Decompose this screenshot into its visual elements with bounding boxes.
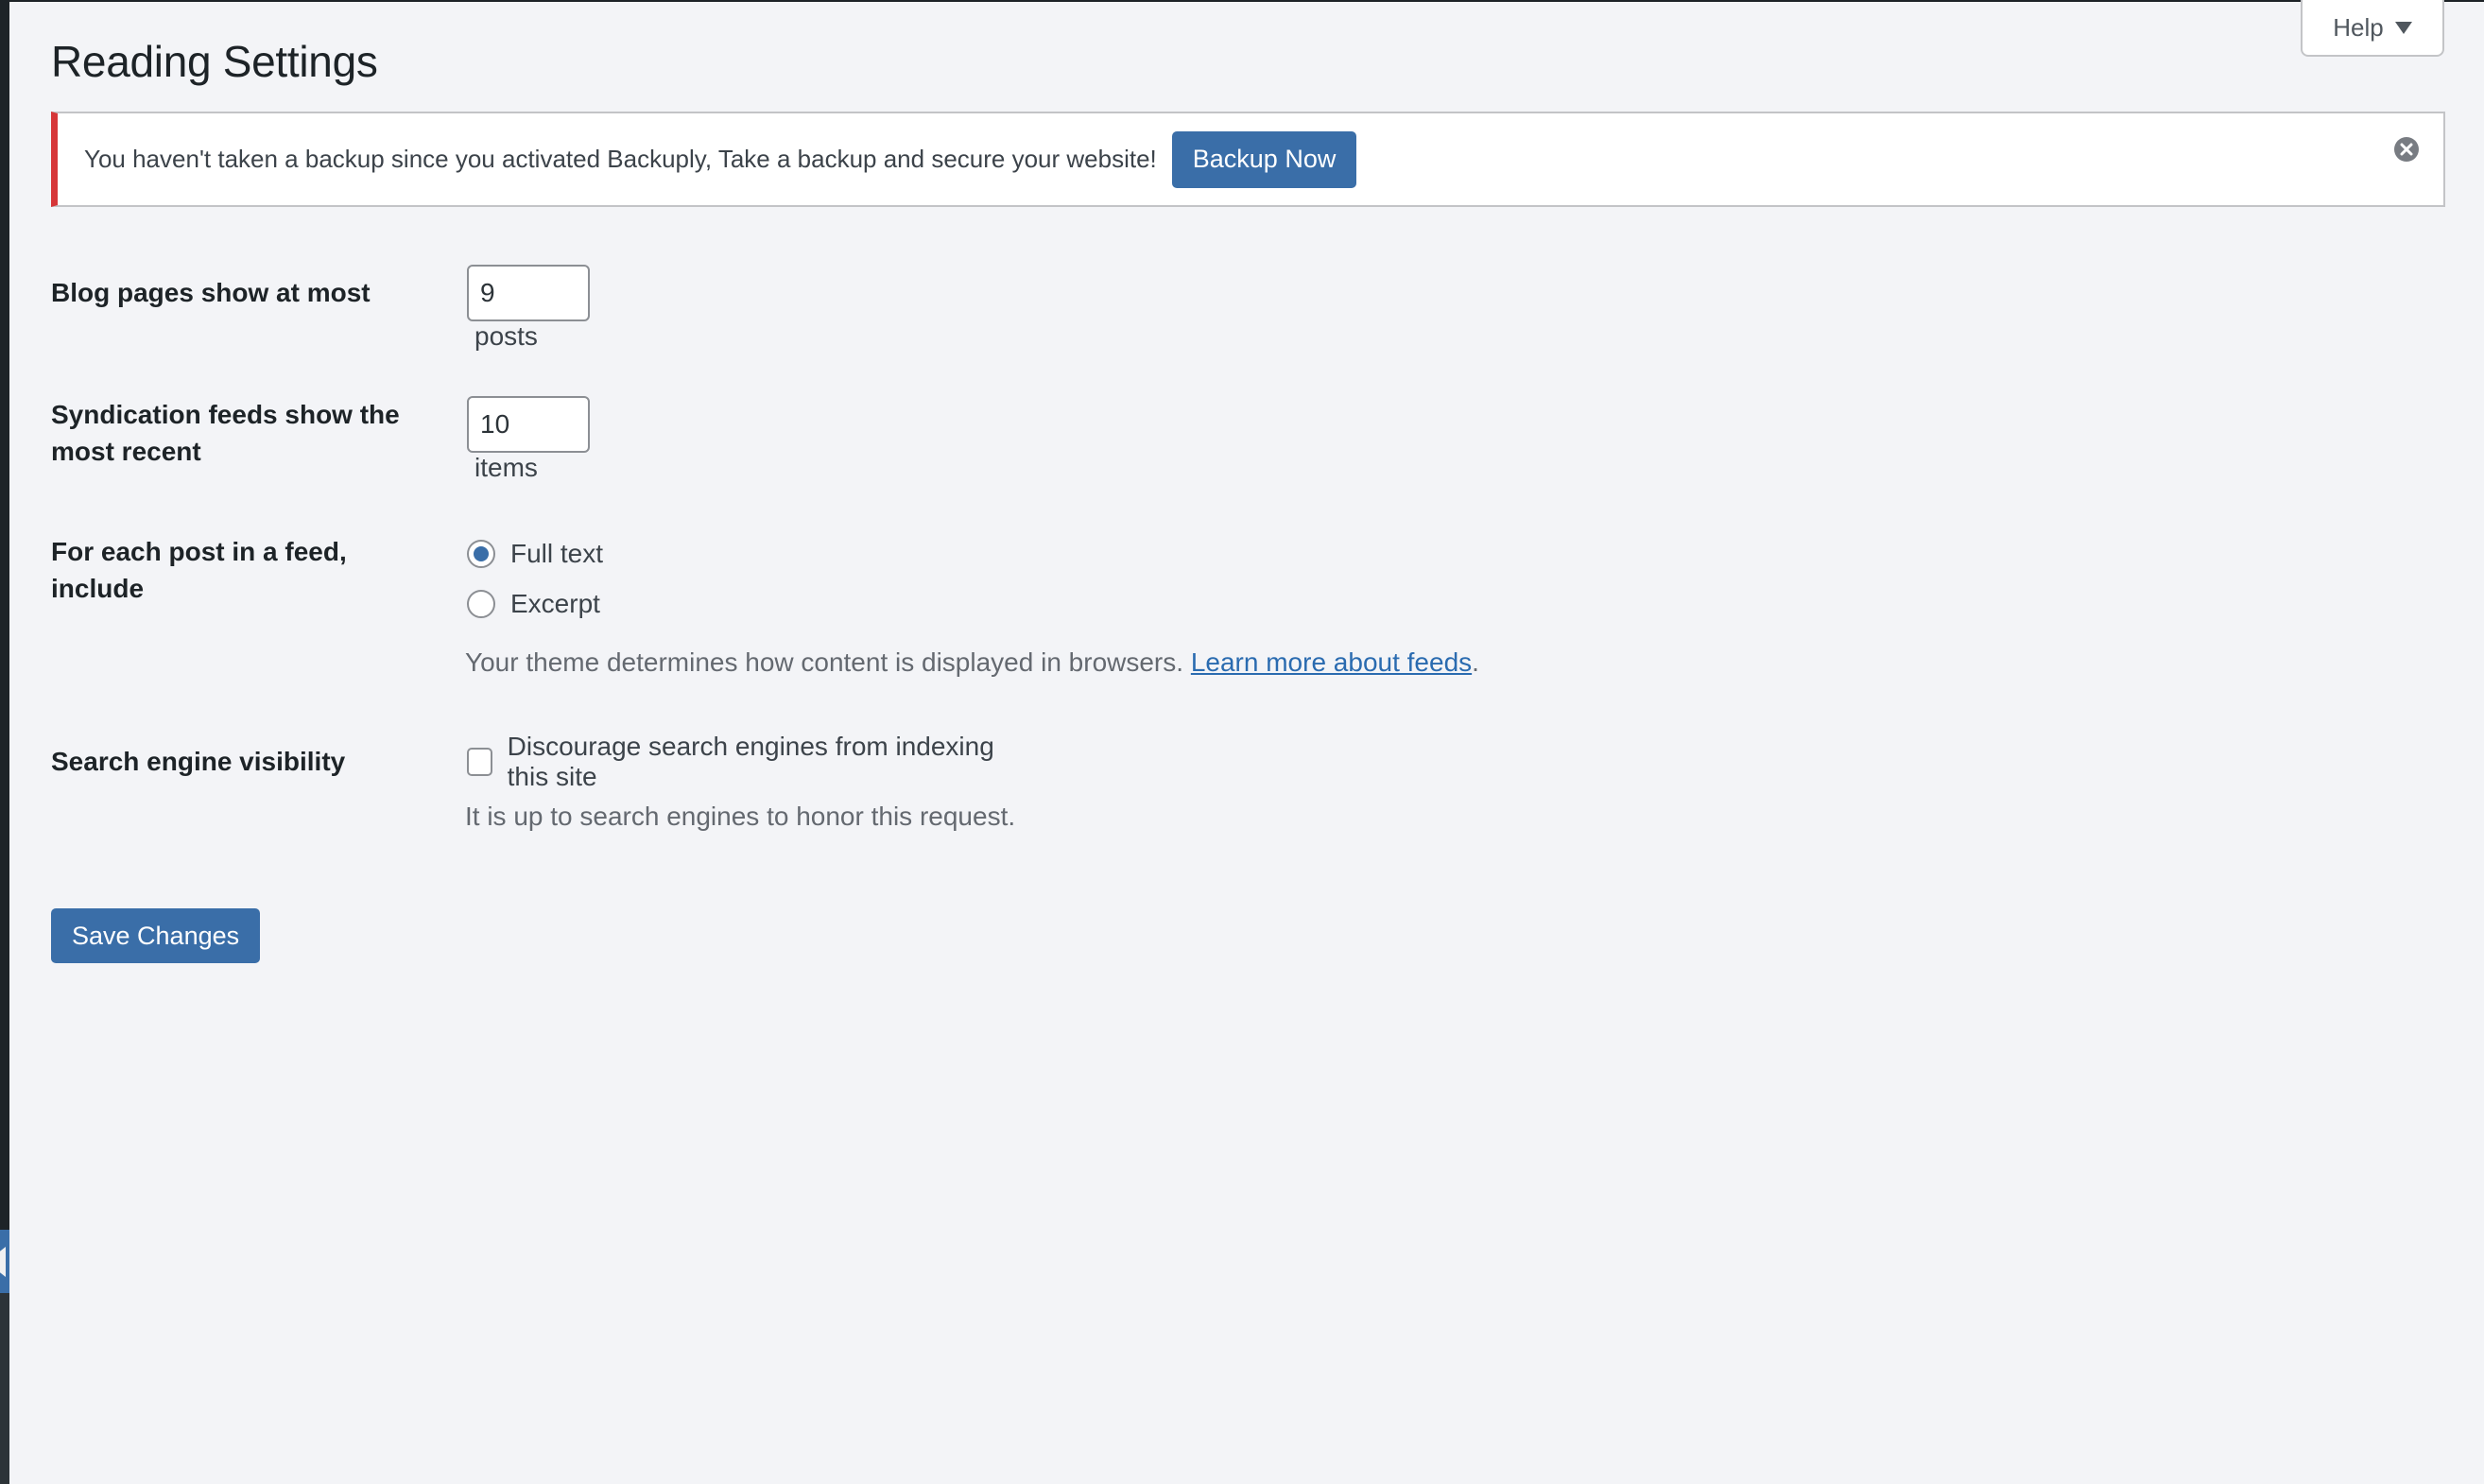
collapse-menu-button[interactable] xyxy=(0,1230,9,1293)
backup-notice: You haven't taken a backup since you act… xyxy=(51,112,2445,207)
search-visibility-field: Discourage search engines from indexing … xyxy=(465,732,1016,832)
feed-items-input[interactable] xyxy=(467,396,590,453)
posts-suffix: posts xyxy=(474,321,538,351)
search-visibility-label: Search engine visibility xyxy=(51,747,346,776)
page-title: Reading Settings xyxy=(51,37,378,86)
admin-top-edge xyxy=(0,0,2484,2)
syndication-label: Syndication feeds show the most recent xyxy=(51,400,400,466)
search-visibility-description: It is up to search engines to honor this… xyxy=(465,802,1016,831)
full-text-label: Full text xyxy=(510,539,604,568)
items-suffix: items xyxy=(474,453,538,482)
feed-content-label: For each post in a feed, include xyxy=(51,537,347,603)
feed-content-field: Full text Excerpt Your theme determines … xyxy=(465,535,1479,678)
excerpt-radio[interactable] xyxy=(467,590,495,618)
excerpt-label: Excerpt xyxy=(510,589,600,618)
backup-now-button[interactable]: Backup Now xyxy=(1171,130,1357,188)
full-text-option[interactable]: Full text xyxy=(467,535,1479,573)
dismiss-notice-button[interactable] xyxy=(2394,137,2419,162)
help-label: Help xyxy=(2333,12,2384,42)
radio-selected-dot xyxy=(474,546,489,561)
discourage-search-checkbox[interactable] xyxy=(467,748,492,776)
feed-description: Your theme determines how content is dis… xyxy=(465,647,1479,678)
blog-pages-label: Blog pages show at most xyxy=(51,278,371,307)
notice-message: You haven't taken a backup since you act… xyxy=(84,145,1157,173)
collapse-arrow-icon xyxy=(0,1247,6,1277)
sidebar-lower-area xyxy=(0,1293,9,1484)
learn-more-feeds-link[interactable]: Learn more about feeds xyxy=(1191,647,1472,677)
feed-description-text: Your theme determines how content is dis… xyxy=(465,647,1184,677)
save-changes-button[interactable]: Save Changes xyxy=(51,908,261,963)
blog-pages-field: posts xyxy=(467,265,590,352)
discourage-search-option[interactable]: Discourage search engines from indexing … xyxy=(467,732,1015,791)
posts-per-page-input[interactable] xyxy=(467,265,590,321)
full-text-radio[interactable] xyxy=(467,540,495,568)
discourage-search-label: Discourage search engines from indexing … xyxy=(507,732,994,791)
help-tab-button[interactable]: Help xyxy=(2301,0,2444,57)
caret-down-icon xyxy=(2394,21,2412,34)
excerpt-option[interactable]: Excerpt xyxy=(467,585,1479,623)
link-trail: . xyxy=(1472,647,1479,677)
close-icon xyxy=(2400,143,2413,156)
syndication-field: items xyxy=(467,396,590,483)
